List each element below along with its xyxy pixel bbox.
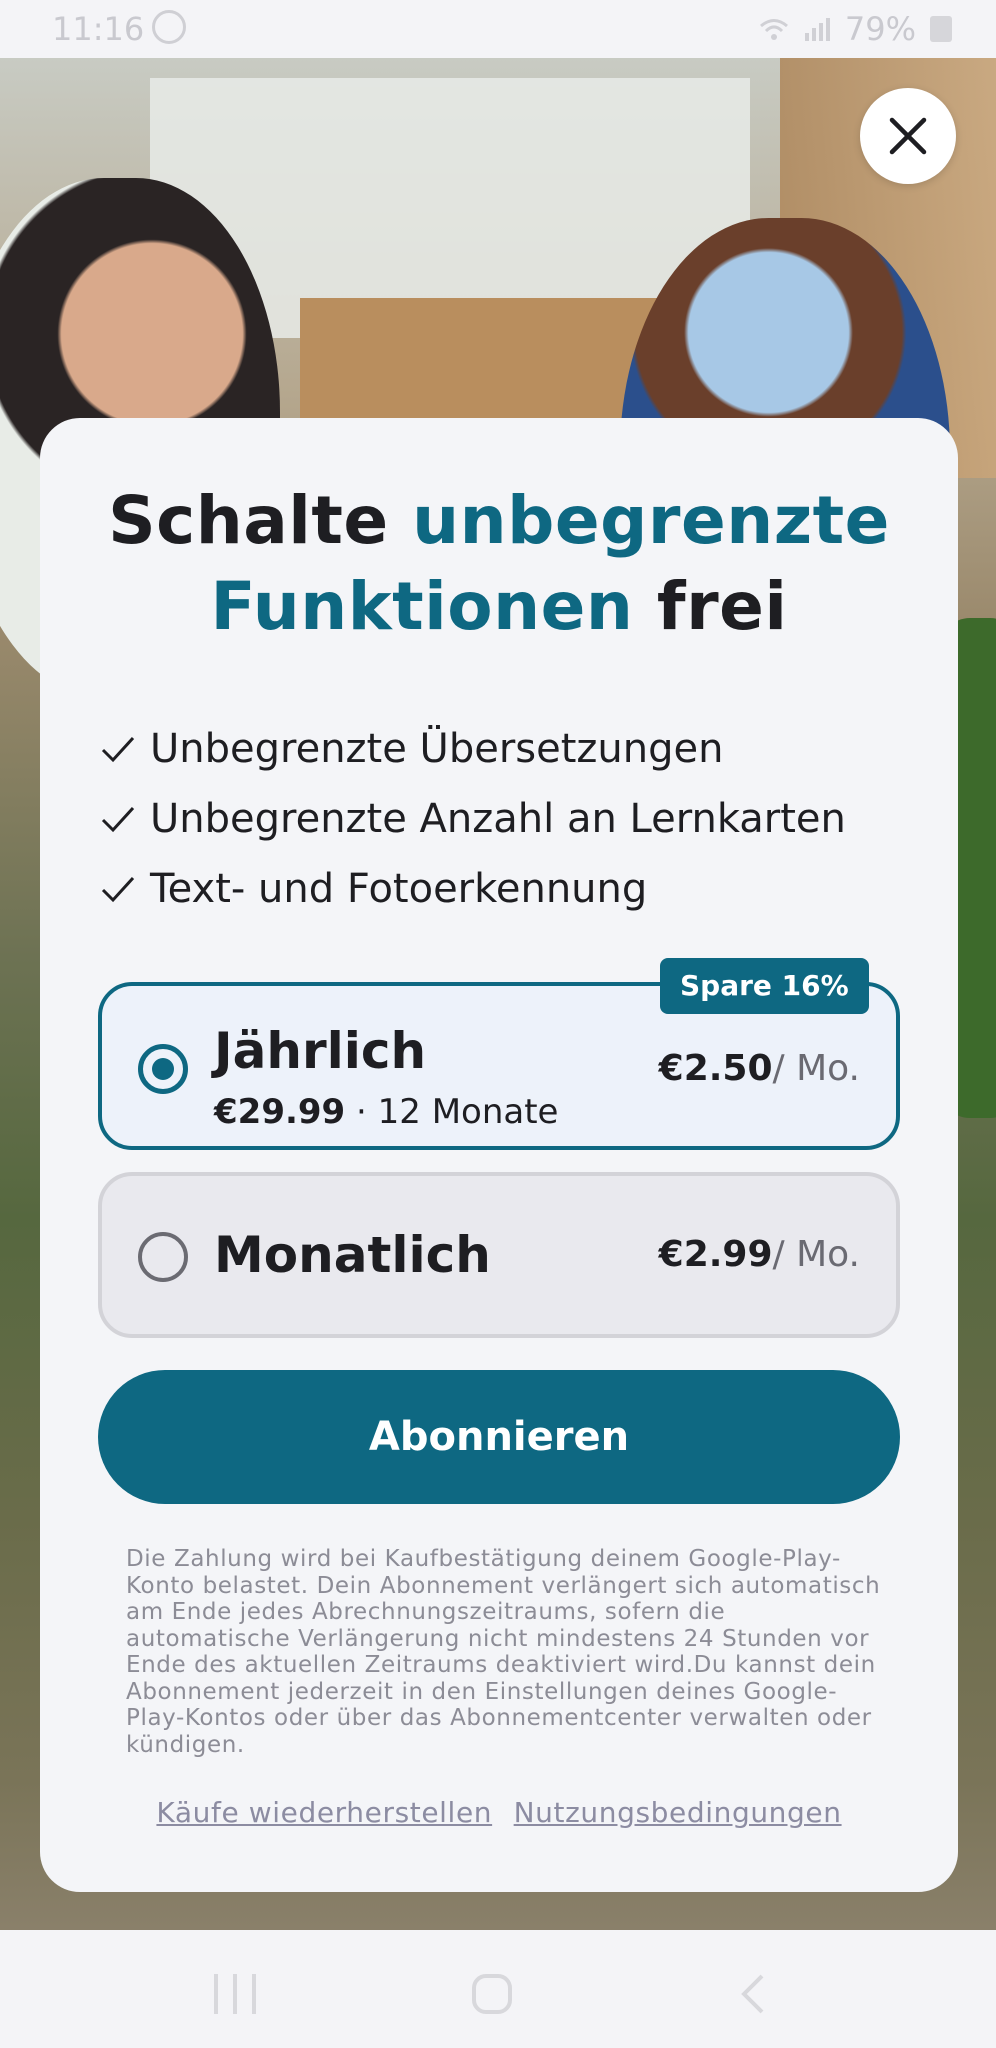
close-button[interactable] bbox=[860, 88, 956, 184]
price-unit: / Mo. bbox=[772, 1048, 860, 1089]
benefit-item: Text- und Fotoerkennung bbox=[100, 854, 846, 924]
price-unit: / Mo. bbox=[772, 1234, 860, 1275]
title-part1: Schalte bbox=[108, 482, 413, 559]
status-indicators: 79% bbox=[759, 10, 952, 48]
system-nav-bar bbox=[0, 1930, 996, 2048]
plan-name: Monatlich bbox=[214, 1226, 491, 1284]
status-bar: 11:16 79% bbox=[0, 0, 996, 58]
subscribe-button[interactable]: Abonnieren bbox=[98, 1370, 900, 1504]
check-icon bbox=[101, 806, 135, 833]
benefit-label: Text- und Fotoerkennung bbox=[150, 866, 648, 912]
plan-subtitle: €29.99 · 12 Monate bbox=[214, 1092, 558, 1132]
price-amount: €2.50 bbox=[658, 1048, 773, 1089]
wifi-icon bbox=[759, 19, 788, 40]
savings-badge: Spare 16% bbox=[660, 958, 869, 1014]
terms-link[interactable]: Nutzungsbedingungen bbox=[514, 1796, 842, 1829]
battery-icon bbox=[930, 16, 952, 42]
plan-total-price: €29.99 bbox=[214, 1092, 346, 1132]
close-icon bbox=[889, 117, 927, 155]
benefits-list: Unbegrenzte Übersetzungen Unbegrenzte An… bbox=[100, 714, 846, 924]
plan-duration: · 12 Monate bbox=[345, 1092, 559, 1132]
back-icon[interactable] bbox=[740, 1974, 766, 2014]
recent-apps-icon[interactable] bbox=[214, 1974, 256, 2014]
benefit-item: Unbegrenzte Anzahl an Lernkarten bbox=[100, 784, 846, 854]
battery-percent: 79% bbox=[844, 10, 916, 48]
legal-text: Die Zahlung wird bei Kaufbestätigung dei… bbox=[126, 1546, 881, 1758]
check-icon bbox=[101, 736, 135, 763]
plan-option-monthly[interactable]: Monatlich €2.99/ Mo. bbox=[98, 1172, 900, 1338]
home-icon[interactable] bbox=[472, 1974, 512, 2014]
paywall-card: Schalte unbegrenzte Funktionen frei Unbe… bbox=[40, 418, 958, 1892]
check-icon bbox=[101, 876, 135, 903]
radio-checked-icon[interactable] bbox=[138, 1044, 188, 1094]
radio-empty-icon[interactable] bbox=[138, 1232, 188, 1282]
benefit-label: Unbegrenzte Anzahl an Lernkarten bbox=[150, 796, 846, 842]
price-amount: €2.99 bbox=[658, 1234, 773, 1275]
whatsapp-icon bbox=[152, 10, 186, 44]
title-part2: frei bbox=[633, 568, 788, 645]
plan-monthly-price: €2.50/ Mo. bbox=[659, 1048, 860, 1089]
signal-icon bbox=[804, 18, 830, 41]
restore-purchases-link[interactable]: Käufe wiederherstellen bbox=[156, 1796, 492, 1829]
page-title: Schalte unbegrenzte Funktionen frei bbox=[40, 478, 958, 650]
benefit-label: Unbegrenzte Übersetzungen bbox=[150, 726, 724, 772]
benefit-item: Unbegrenzte Übersetzungen bbox=[100, 714, 846, 784]
status-time: 11:16 bbox=[52, 10, 145, 48]
plan-monthly-price: €2.99/ Mo. bbox=[659, 1234, 860, 1275]
footer-links: Käufe wiederherstellen Nutzungsbedingung… bbox=[40, 1796, 958, 1829]
plan-name: Jährlich bbox=[214, 1022, 427, 1080]
